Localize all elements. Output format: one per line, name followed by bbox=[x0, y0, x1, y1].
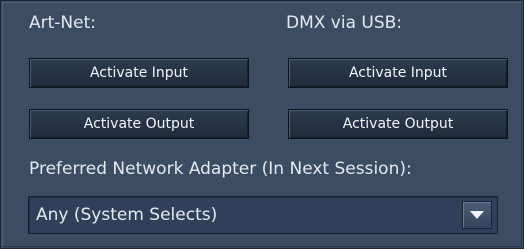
chevron-down-icon bbox=[470, 211, 484, 219]
dmx-usb-activate-output-button[interactable]: Activate Output bbox=[288, 109, 508, 139]
network-adapter-selected-value: Any (System Selects) bbox=[36, 205, 218, 225]
artnet-activate-input-button[interactable]: Activate Input bbox=[29, 58, 249, 88]
dmx-usb-activate-input-button[interactable]: Activate Input bbox=[288, 58, 508, 88]
artnet-activate-output-button[interactable]: Activate Output bbox=[29, 109, 249, 139]
network-adapter-label: Preferred Network Adapter (In Next Sessi… bbox=[29, 159, 412, 179]
network-adapter-select[interactable]: Any (System Selects) bbox=[28, 196, 498, 234]
dmx-usb-label: DMX via USB: bbox=[286, 13, 403, 33]
artnet-label: Art-Net: bbox=[29, 13, 96, 33]
settings-panel: Art-Net: DMX via USB: Activate Input Act… bbox=[0, 0, 524, 249]
network-adapter-dropdown-button[interactable] bbox=[462, 201, 492, 229]
